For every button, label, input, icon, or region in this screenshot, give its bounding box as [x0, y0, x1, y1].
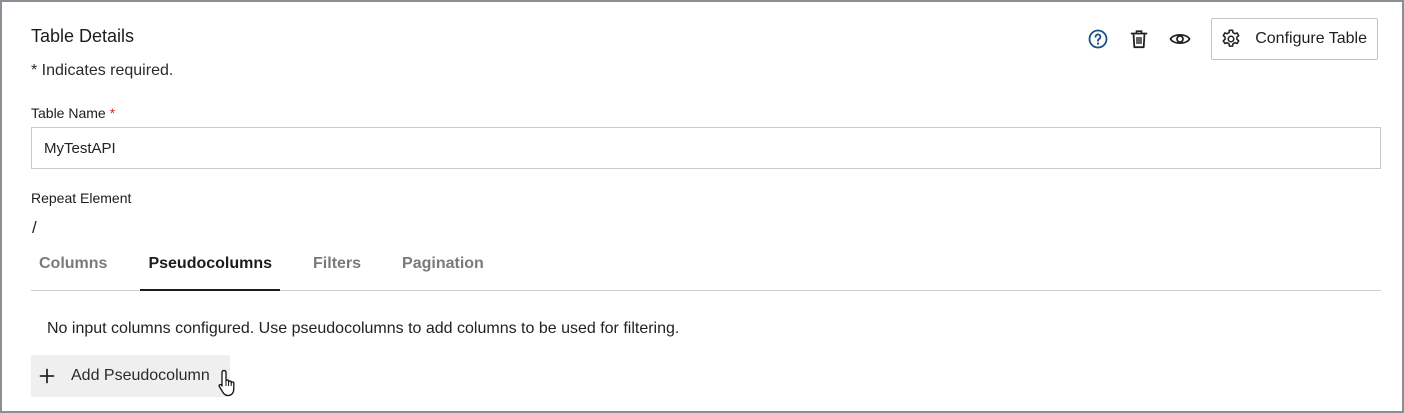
tab-pseudocolumns[interactable]: Pseudocolumns	[140, 247, 280, 291]
panel-title: Table Details	[31, 26, 135, 46]
hand-pointer-cursor-icon	[217, 368, 239, 398]
tab-columns[interactable]: Columns	[31, 247, 115, 290]
table-details-panel: Table Details * Indicates required. Conf…	[0, 0, 1404, 413]
table-name-label: Table Name *	[31, 105, 116, 121]
trash-icon[interactable]	[1127, 27, 1151, 51]
configure-table-label: Configure Table	[1255, 30, 1367, 47]
add-pseudocolumn-button[interactable]: Add Pseudocolumn	[31, 355, 230, 397]
tab-pagination[interactable]: Pagination	[394, 247, 492, 290]
help-icon[interactable]	[1086, 27, 1110, 51]
repeat-element-value: /	[32, 218, 37, 237]
toolbar: Configure Table	[1086, 18, 1378, 60]
tab-filters[interactable]: Filters	[305, 247, 369, 290]
plus-icon	[39, 368, 55, 384]
gear-icon	[1220, 28, 1242, 50]
required-marker: *	[109, 105, 116, 121]
eye-icon[interactable]	[1168, 27, 1192, 51]
configure-table-button[interactable]: Configure Table	[1211, 18, 1378, 60]
empty-state-message: No input columns configured. Use pseudoc…	[47, 320, 680, 337]
table-name-input[interactable]	[31, 127, 1381, 169]
add-pseudocolumn-label: Add Pseudocolumn	[71, 367, 210, 384]
repeat-element-label: Repeat Element	[31, 190, 132, 206]
required-note: * Indicates required.	[31, 62, 174, 79]
tab-bar: Columns Pseudocolumns Filters Pagination	[31, 247, 1381, 291]
